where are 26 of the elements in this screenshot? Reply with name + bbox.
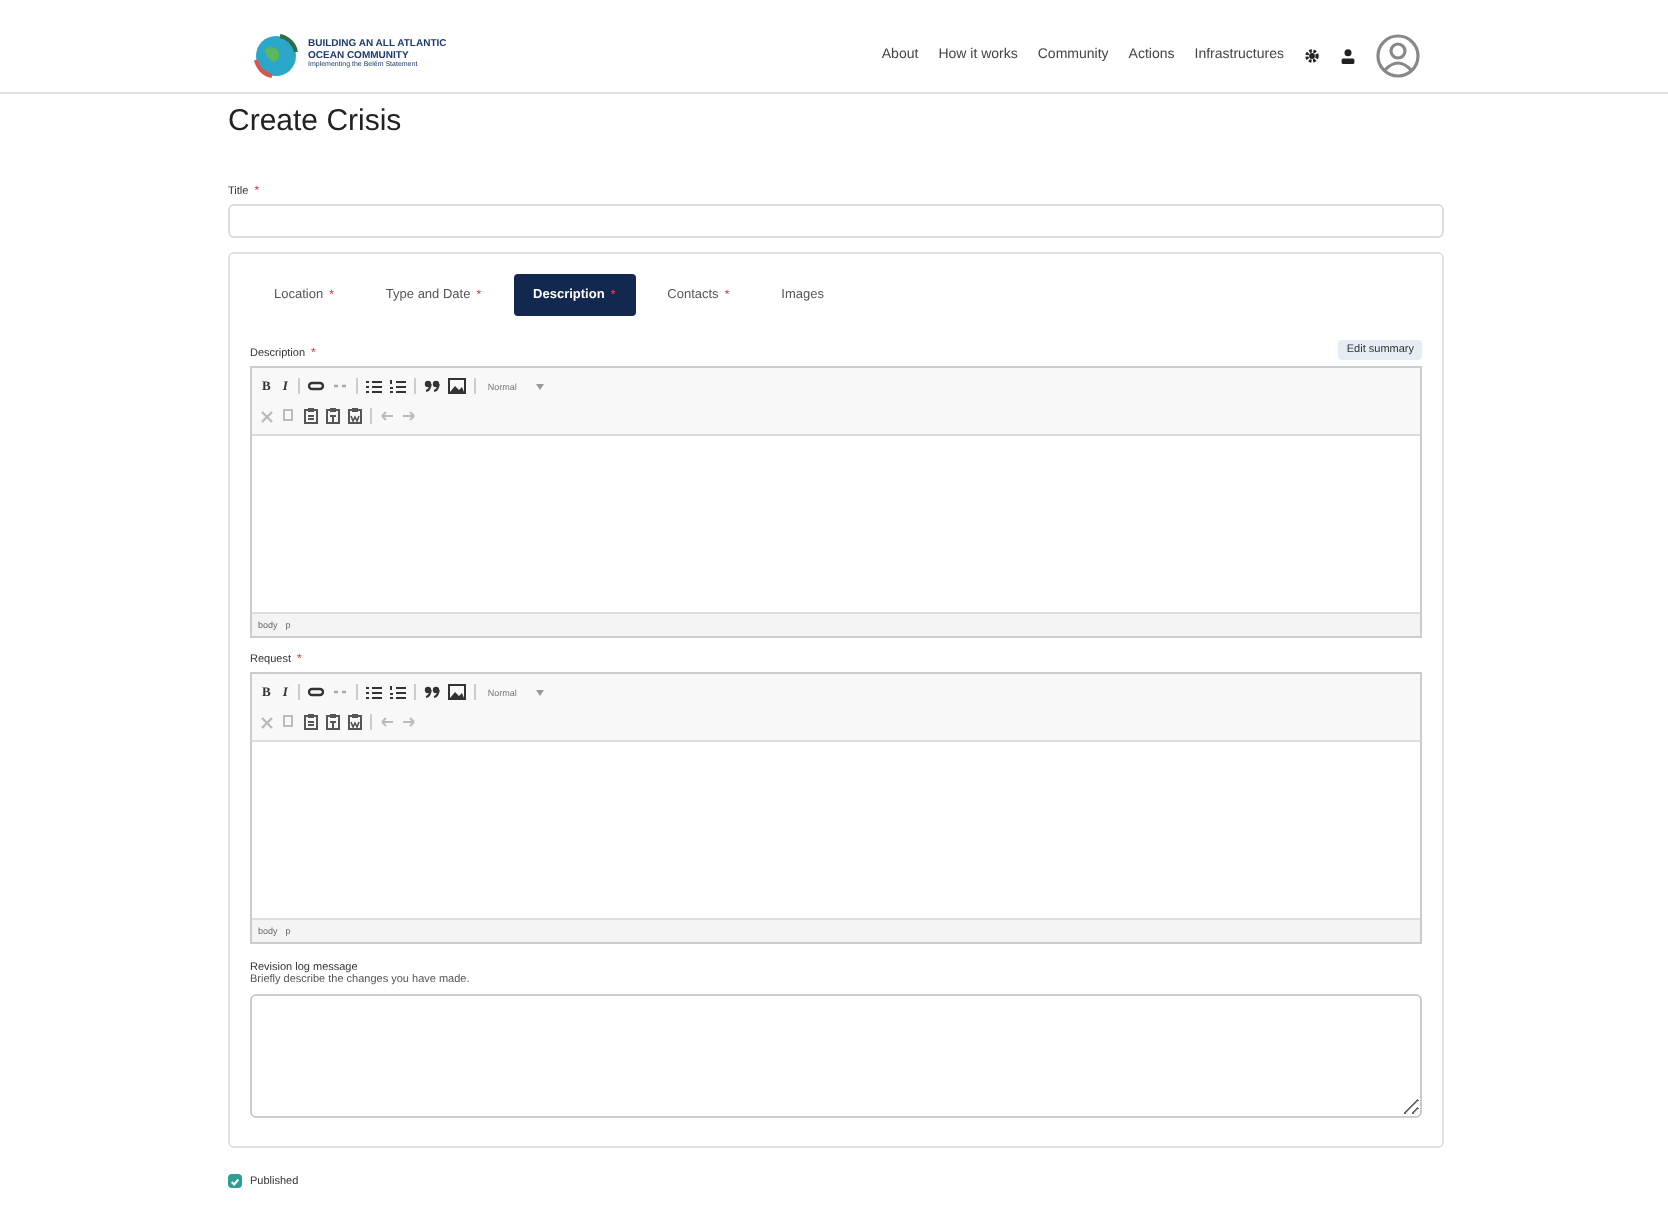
image-icon[interactable] (447, 684, 466, 700)
paste-icon[interactable] (304, 714, 318, 730)
paste-icon[interactable] (304, 408, 318, 424)
caret-icon[interactable] (536, 383, 545, 389)
title-field[interactable] (228, 204, 1444, 238)
page-title: Create Crisis (228, 104, 404, 138)
quote-icon[interactable] (423, 380, 440, 392)
avatar-icon[interactable] (1376, 33, 1420, 77)
quote-icon[interactable] (423, 686, 440, 698)
paste-word-icon[interactable] (348, 408, 362, 424)
image-icon[interactable] (447, 378, 466, 394)
link-icon[interactable] (307, 380, 324, 392)
paste-word-icon[interactable] (348, 714, 362, 730)
link-icon[interactable] (307, 686, 324, 698)
numbered-list-icon[interactable] (389, 685, 406, 699)
bulleted-list-icon[interactable] (365, 379, 382, 393)
caret-icon[interactable] (536, 689, 545, 695)
user-icon[interactable] (1340, 47, 1356, 63)
checkbox[interactable] (228, 1174, 242, 1188)
revision-log-field[interactable] (250, 994, 1422, 1118)
paste-text-icon[interactable] (326, 408, 340, 424)
bulleted-list-icon[interactable] (365, 685, 382, 699)
settings-icon[interactable] (1304, 47, 1320, 63)
numbered-list-icon[interactable] (389, 379, 406, 393)
globe-logo-icon (252, 31, 300, 79)
paste-text-icon[interactable] (326, 714, 340, 730)
